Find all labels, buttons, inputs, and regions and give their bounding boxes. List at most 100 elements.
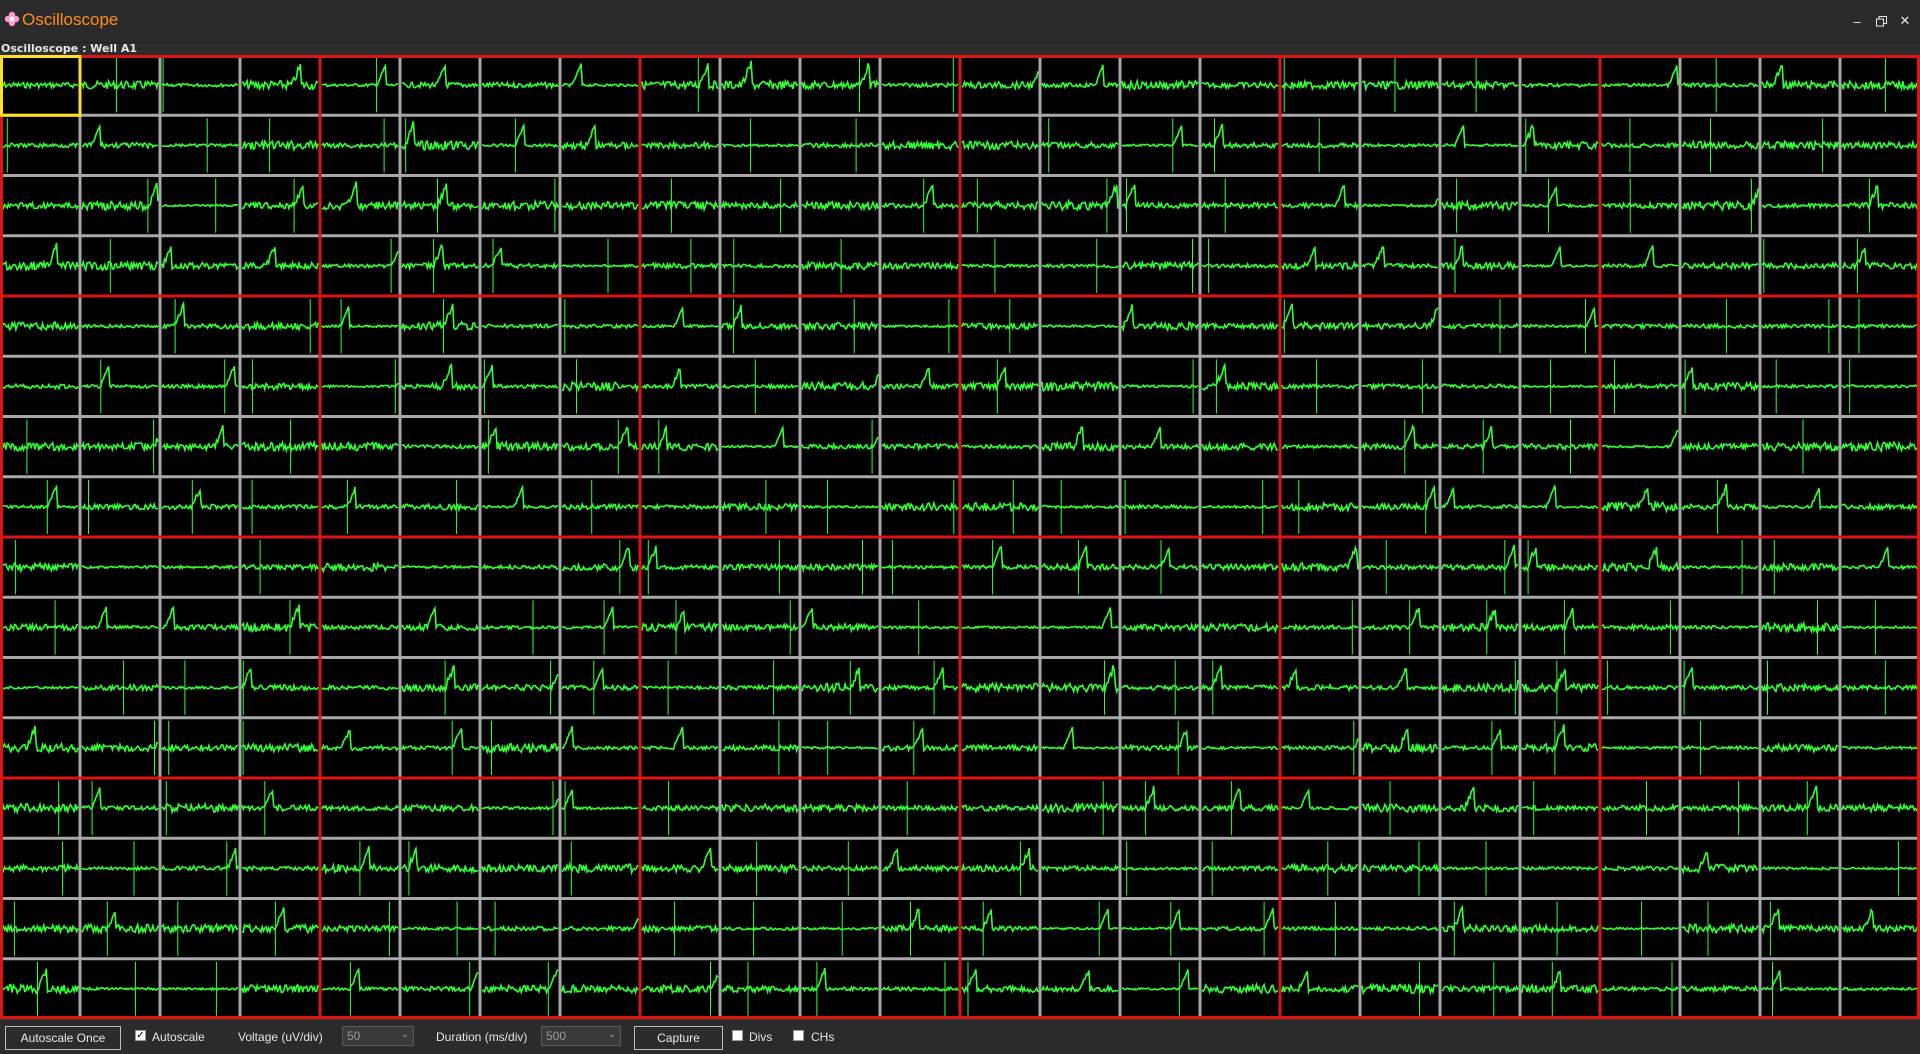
- channel-trace: [1681, 802, 1759, 813]
- channel-trace: [241, 604, 319, 634]
- channel-trace: [641, 424, 719, 453]
- channel-trace: [81, 258, 159, 273]
- duration-select[interactable]: 500 ⌄: [541, 1026, 621, 1046]
- channel-trace: [1361, 78, 1439, 93]
- channel-trace: [881, 260, 959, 272]
- channel-trace: [801, 608, 879, 634]
- channel-trace: [1121, 546, 1198, 572]
- channel-trace: [801, 199, 879, 213]
- channel-trace: [641, 726, 718, 752]
- channel-trace: [161, 801, 239, 816]
- channel-trace: [1761, 970, 1839, 992]
- channel-trace: [1, 320, 79, 333]
- channel-trace: [1601, 984, 1679, 993]
- chs-checkbox[interactable]: [793, 1030, 804, 1041]
- channel-trace: [1441, 198, 1519, 213]
- channel-trace: [1521, 922, 1599, 935]
- channel-trace: [321, 440, 399, 452]
- divs-checkbox[interactable]: [732, 1030, 743, 1041]
- channel-trace: [1201, 80, 1279, 91]
- channel-trace: [241, 247, 319, 272]
- channel-trace: [401, 502, 479, 513]
- channel-trace: [801, 259, 879, 272]
- minimize-icon[interactable]: –: [1848, 12, 1866, 30]
- channel-trace: [561, 726, 639, 752]
- channel-trace: [241, 982, 319, 994]
- channel-trace: [641, 368, 719, 391]
- channel-trace: [321, 486, 398, 511]
- channel-trace: [1201, 908, 1279, 933]
- channel-trace: [881, 184, 959, 210]
- channel-trace: [561, 983, 639, 996]
- channel-trace: [1841, 383, 1919, 389]
- channel-trace: [961, 803, 1039, 813]
- channel-trace: [801, 802, 879, 814]
- channel-trace: [1441, 79, 1519, 92]
- channel-trace: [481, 673, 559, 693]
- channel-trace: [1841, 501, 1919, 512]
- channel-trace: [1601, 322, 1679, 331]
- channel-trace: [161, 986, 238, 992]
- divs-label: Divs: [749, 1030, 773, 1044]
- channel-trace: [1121, 729, 1199, 753]
- channel-trace: [1841, 78, 1919, 92]
- channel-trace: [1281, 382, 1359, 391]
- channel-trace: [1041, 323, 1119, 329]
- voltage-select[interactable]: 50 ⌄: [342, 1026, 414, 1046]
- channel-trace: [1521, 865, 1599, 872]
- channel-trace: [881, 985, 959, 993]
- oscilloscope-grid[interactable]: [0, 55, 1920, 1019]
- capture-button[interactable]: Capture: [634, 1026, 723, 1050]
- channel-trace: [321, 306, 399, 331]
- channel-trace: [641, 199, 719, 213]
- channel-trace: [961, 367, 1039, 393]
- channel-trace: [561, 63, 639, 89]
- channel-trace: [1681, 483, 1759, 512]
- channel-trace: [1201, 320, 1279, 332]
- title-bar[interactable]: Oscilloscope – ✕: [0, 0, 1920, 43]
- close-icon[interactable]: ✕: [1896, 12, 1914, 30]
- channel-trace: [481, 80, 559, 90]
- autoscale-once-button[interactable]: Autoscale Once: [5, 1026, 121, 1050]
- channel-trace: [241, 907, 319, 935]
- restore-icon[interactable]: [1872, 12, 1890, 30]
- channel-trace: [561, 606, 639, 632]
- channel-trace: [401, 63, 479, 90]
- scope-display[interactable]: [0, 55, 1920, 1019]
- channel-trace: [1121, 908, 1199, 932]
- channel-trace: [1441, 865, 1519, 871]
- channel-trace: [961, 545, 1039, 571]
- channel-trace: [1601, 926, 1679, 931]
- channel-trace: [641, 923, 719, 935]
- channel-trace: [561, 426, 639, 453]
- channel-trace: [161, 563, 239, 571]
- channel-trace: [1, 382, 79, 391]
- channel-trace: [641, 610, 719, 635]
- channel-trace: [241, 64, 319, 92]
- channel-trace: [881, 564, 959, 571]
- channel-trace: [1361, 862, 1439, 873]
- channel-trace: [1441, 679, 1519, 694]
- channel-trace: [961, 848, 1039, 873]
- channel-trace: [1601, 429, 1679, 450]
- channel-trace: [721, 424, 799, 449]
- window-title: Oscilloscope: [22, 10, 119, 29]
- channel-trace: [401, 728, 479, 752]
- channel-trace: [1201, 261, 1279, 270]
- channel-trace: [1121, 865, 1199, 872]
- channel-trace: [1361, 563, 1439, 572]
- channel-trace: [241, 562, 319, 573]
- channel-trace: [241, 503, 319, 511]
- channel-trace: [801, 967, 879, 993]
- channel-trace: [561, 861, 639, 876]
- channel-trace: [801, 863, 879, 873]
- selected-channel-highlight[interactable]: [0, 55, 82, 117]
- channel-trace: [1121, 184, 1199, 211]
- channel-trace: [641, 502, 719, 511]
- channel-trace: [1041, 380, 1119, 393]
- channel-trace: [1201, 362, 1279, 393]
- channel-trace: [961, 138, 1039, 152]
- autoscale-checkbox[interactable]: ✓: [135, 1030, 146, 1041]
- channel-trace: [321, 683, 399, 692]
- channel-trace: [1281, 78, 1359, 92]
